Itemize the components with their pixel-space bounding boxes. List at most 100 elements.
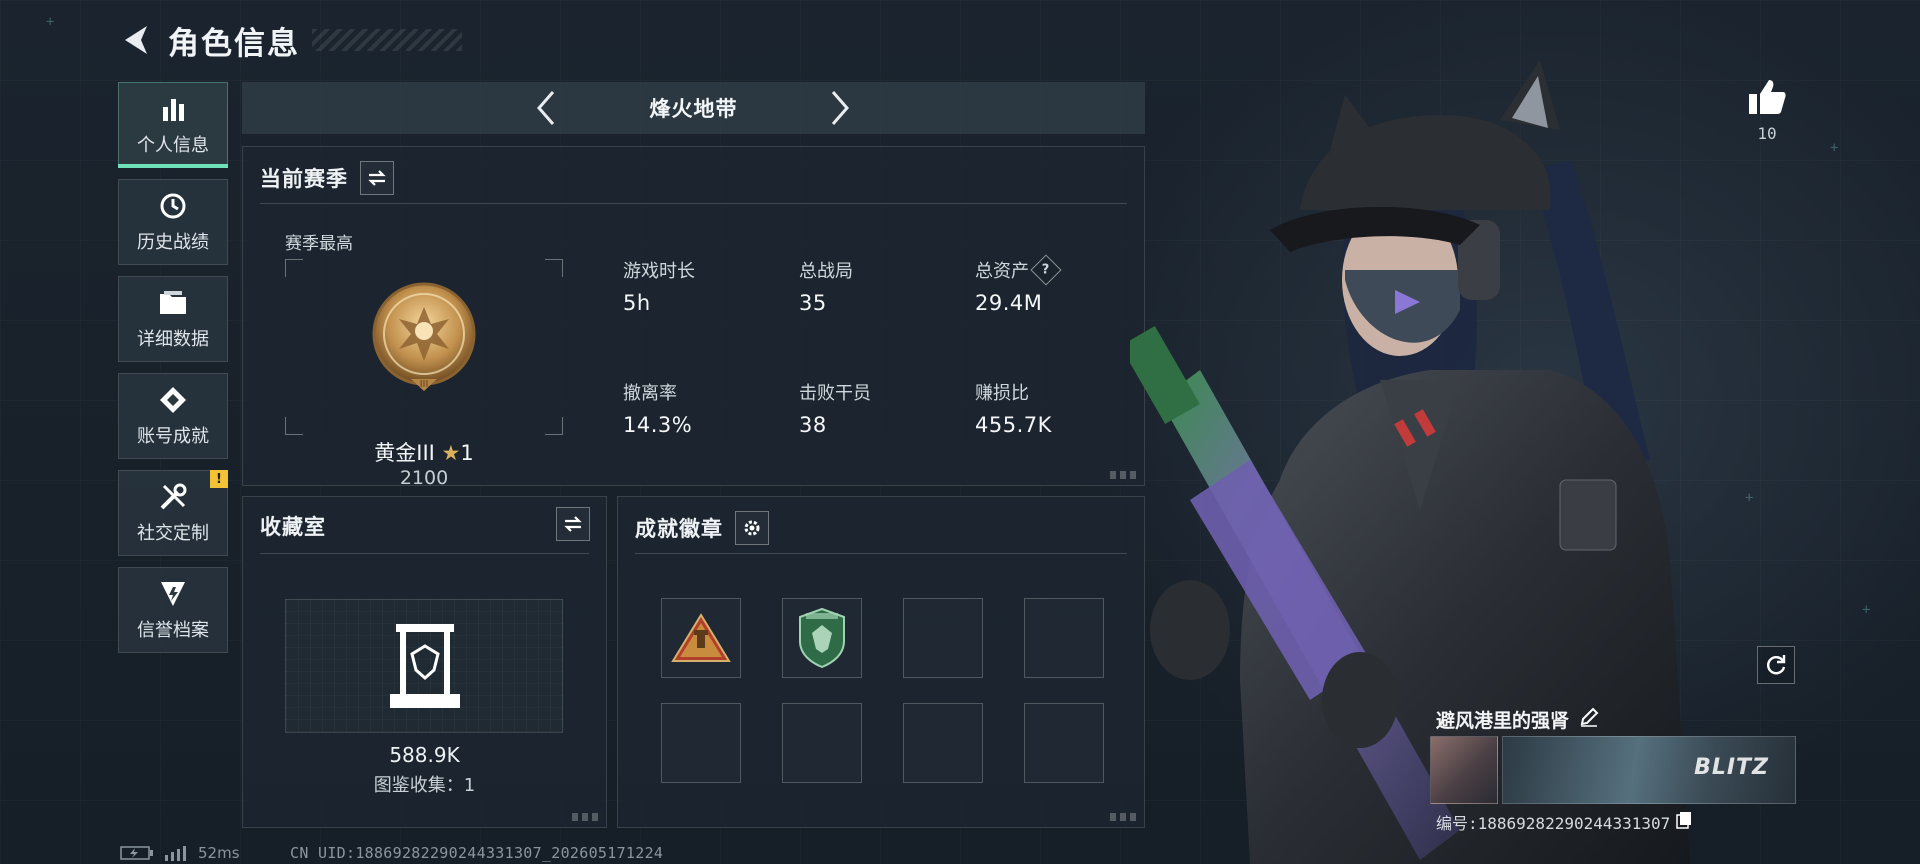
mode-title: 烽火地带 [649,97,738,121]
badge-slot-empty[interactable] [903,703,983,783]
banner-text: BLITZ [1694,755,1769,780]
page-title: 角色信息 [168,25,300,62]
swap-icon [368,170,386,186]
mode-next-button[interactable] [822,90,858,126]
stat-label: 总战局 [799,261,853,282]
divider [260,553,589,554]
rank-stars: 1 [460,441,474,465]
stat-label: 击败干员 [799,383,871,404]
nav-item-personal-info[interactable]: 个人信息 [118,82,228,168]
warning-triangle-badge-icon [671,613,731,662]
gear-icon [744,520,760,536]
badges-settings-button[interactable] [735,511,769,545]
rank-tier: 黄金III [374,441,435,465]
folder-icon [156,287,190,319]
collection-value: 588.9K [389,743,460,767]
name-card-banner[interactable]: BLITZ [1502,736,1796,804]
mode-prev-button[interactable] [528,90,564,126]
badges-panel-header: 成就徽章 [635,511,769,545]
player-card: BLITZ [1430,736,1796,804]
help-icon[interactable]: ? [1030,254,1062,286]
stat-value: 29.4M [975,291,1043,315]
side-nav: 个人信息 历史战绩 详细数据 账号成就 社交定制 ! 信誉档案 [118,82,228,664]
green-shield-badge-icon [799,607,845,669]
nav-item-detailed-data[interactable]: 详细数据 [118,276,228,362]
collection-panel-header: 收藏室 [260,511,326,541]
bar-chart-icon [156,93,190,125]
collection-switch-button[interactable] [556,507,590,541]
divider [635,553,1127,554]
nav-item-reputation[interactable]: 信誉档案 [118,567,228,653]
notification-badge: ! [210,470,228,488]
deco-cross: + [1862,602,1871,618]
collection-count: 图鉴收集：1 [373,775,476,796]
like-count: 10 [1757,124,1777,143]
season-best-label: 赛季最高 [285,234,353,254]
nav-label: 社交定制 [137,523,209,544]
avatar[interactable] [1430,736,1498,804]
stat-value: 14.3% [623,413,693,437]
deco-cross: + [1745,490,1754,506]
season-panel-header: 当前赛季 [260,161,394,195]
rank-score: 2100 [399,467,449,489]
badge-slot-empty[interactable] [1024,598,1104,678]
svg-text:III: III [420,379,429,390]
deco-cross: + [46,14,55,30]
nav-item-achievements[interactable]: 账号成就 [118,373,228,459]
rotate-model-button[interactable] [1757,646,1795,684]
rotate-icon [1767,655,1786,675]
copy-icon[interactable] [1676,811,1692,833]
badge-slot-empty[interactable] [782,703,862,783]
stat-value: 38 [799,413,827,437]
back-button[interactable] [118,22,154,58]
player-id-row: 编号:1886928229024433130​7 [1436,810,1692,834]
collection-panel[interactable]: 收藏室 588.9K 图鉴收集：1 [242,496,607,828]
page-header: 角色信息 [118,18,462,62]
badge-slot[interactable] [661,598,741,678]
stat-label-row: 总资产 ? [975,254,1062,286]
badge-slot-empty[interactable] [903,598,983,678]
achievement-badges-panel: 成就徽章 [617,496,1145,828]
header-decoration [312,29,462,51]
collection-title: 收藏室 [260,515,326,539]
chevron-right-icon [831,91,849,125]
edit-icon[interactable] [1579,707,1599,732]
player-name-row: 避风港里的强肾 [1436,706,1599,733]
nav-item-history[interactable]: 历史战绩 [118,179,228,265]
nav-label: 信誉档案 [137,620,209,641]
nav-label: 账号成就 [137,426,209,447]
like-button[interactable]: 10 [1740,78,1794,143]
player-id: 编号:1886928229024433130​7 [1436,814,1671,833]
reputation-icon [156,578,190,610]
nav-label: 个人信息 [137,135,209,156]
star-icon: ★ [441,441,461,465]
stat-total-matches: 总战局 35 [799,257,853,315]
nav-label: 详细数据 [137,329,209,350]
stat-extract-rate: 撤离率 14.3% [623,379,692,437]
uid-text: CN UID:1886928229024433130​7_20260517122… [290,844,664,862]
collection-showcase [285,599,563,733]
gold-rank-emblem-icon: III [372,282,476,391]
deco-cross: + [1830,140,1839,156]
stat-play-time: 游戏时长 5h [623,257,695,315]
achievement-icon [156,384,190,416]
panel-corner-decoration [572,813,598,821]
nav-item-social-custom[interactable]: 社交定制 ! [118,470,228,556]
battery-icon [120,846,153,860]
badge-slot-empty[interactable] [1024,703,1104,783]
season-title: 当前赛季 [260,167,348,191]
season-switch-button[interactable] [360,161,394,195]
chevron-left-icon [537,91,555,125]
history-icon [156,190,190,222]
stat-operators-defeated: 击败干员 38 [799,379,871,437]
badge-slot[interactable] [782,598,862,678]
badge-slot-empty[interactable] [661,703,741,783]
display-case-icon [390,624,460,708]
player-name: 避风港里的强肾 [1436,710,1570,732]
signal-icon [165,846,186,861]
rank-name: 黄金III ★1 [285,437,563,467]
stat-label: 总资产 [975,261,1029,282]
stat-label: 游戏时长 [623,261,695,282]
swap-icon [564,516,582,532]
rank-display: III [285,259,563,435]
